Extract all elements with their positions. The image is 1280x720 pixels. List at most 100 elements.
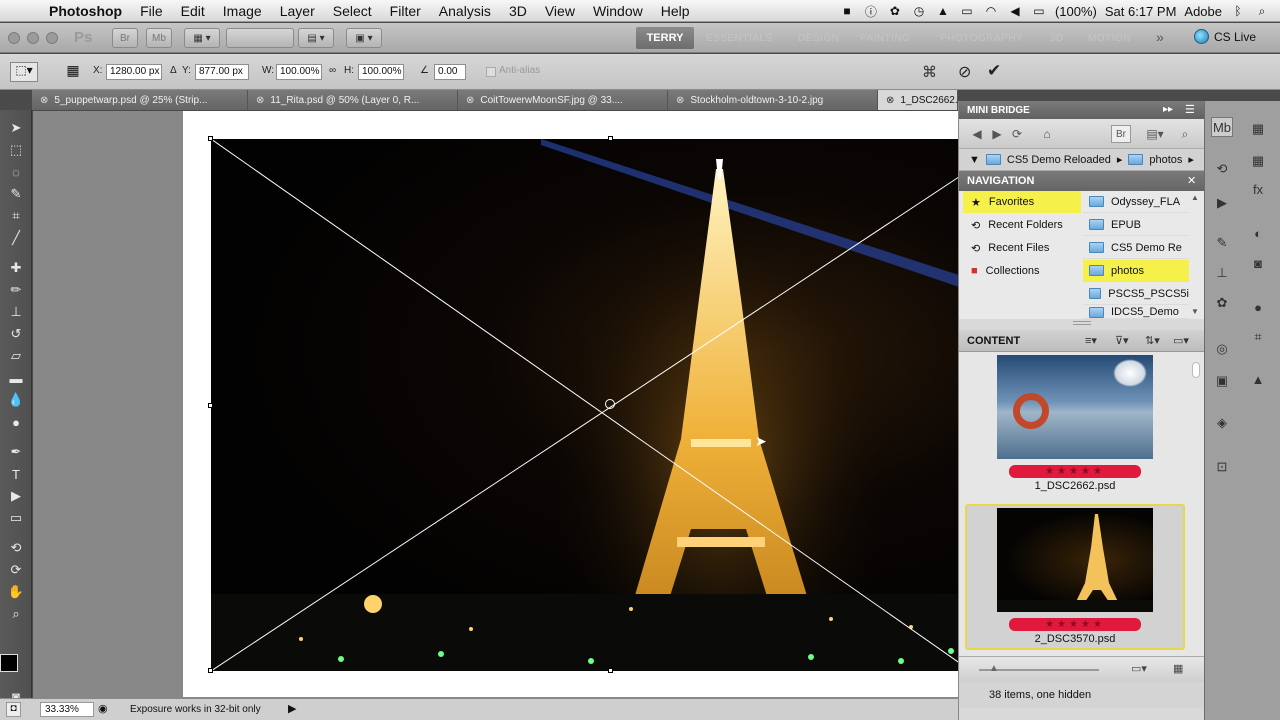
thumbnail-eiffel-tower[interactable] [997, 508, 1153, 612]
battery-percent[interactable]: (100%) [1055, 4, 1097, 19]
workspace-terry[interactable]: TERRY [636, 27, 694, 49]
menu-image[interactable]: Image [214, 3, 271, 19]
close-tab-icon[interactable]: ⊗ [466, 95, 474, 106]
menu-window[interactable]: Window [584, 3, 652, 19]
actions-icon[interactable]: ▶ [1211, 193, 1233, 213]
folder-idcs5[interactable]: IDCS5_Demo [1083, 306, 1189, 319]
rating-stars[interactable]: ★★★★★ [1009, 618, 1141, 631]
workspace-painting[interactable]: PAINTING [860, 33, 910, 44]
scroll-up-icon[interactable]: ▲ [1191, 193, 1199, 202]
launch-bridge-icon[interactable]: Br [112, 28, 138, 48]
cancel-transform-icon[interactable]: ⊘ [958, 62, 971, 82]
slider-handle-icon[interactable]: ▲ [989, 663, 999, 674]
paths-icon[interactable]: ✿ [1211, 293, 1233, 313]
close-window-button[interactable] [8, 32, 20, 44]
foreground-color-swatch[interactable] [0, 654, 18, 672]
marquee-tool-icon[interactable]: ⬚ [5, 140, 27, 160]
view-options-icon[interactable]: ▤▾ [1145, 125, 1165, 143]
volume-icon[interactable]: ◀ [1007, 4, 1023, 18]
minimize-window-button[interactable] [27, 32, 39, 44]
anti-alias-checkbox[interactable] [486, 67, 496, 77]
folder-epub[interactable]: EPUB [1083, 214, 1189, 236]
zoom-level[interactable]: 33.33% [40, 702, 94, 717]
menu-edit[interactable]: Edit [172, 3, 214, 19]
tab-rita[interactable]: ⊗ 11_Rita.psd @ 50% (Layer 0, R... [248, 90, 458, 110]
tab-dsc2662-active[interactable]: ⊗ 1_DSC2662.psd @ 33.3% (1_DSC3570, RGB/8… [878, 90, 958, 110]
notes-icon[interactable]: ▣ [1211, 371, 1233, 391]
gradient-tool-icon[interactable]: ▬ [5, 368, 27, 388]
workspace-design[interactable]: DESIGN [798, 33, 839, 44]
swatches-icon[interactable]: ▦ [1247, 119, 1269, 139]
time-machine-icon[interactable]: ◷ [911, 4, 927, 18]
search-icon[interactable]: ⌕ [1175, 125, 1195, 143]
close-tab-icon[interactable]: ⊗ [256, 95, 264, 106]
menu-3d[interactable]: 3D [500, 3, 536, 19]
transform-handle-bottom-left[interactable] [208, 668, 213, 673]
shape-tool-icon[interactable]: ▭ [5, 508, 27, 528]
workspace-3d[interactable]: 3D [1050, 33, 1064, 44]
close-tab-icon[interactable]: ⊗ [676, 95, 684, 106]
folder-photos[interactable]: photos [1083, 260, 1189, 282]
eiffel-tower-photo[interactable] [211, 139, 958, 671]
bluetooth-icon[interactable]: ᛒ [1230, 4, 1246, 18]
menu-view[interactable]: View [536, 3, 584, 19]
battery-icon[interactable]: ▭ [1031, 4, 1047, 18]
arrange-documents-button[interactable]: ▤ ▾ [298, 28, 334, 48]
lasso-tool-icon[interactable]: ◌ [5, 162, 27, 182]
nav-recent-folders[interactable]: ⟲ Recent Folders [963, 214, 1081, 236]
status-icon[interactable]: ◉ [98, 702, 108, 715]
breadcrumb-photos[interactable]: photos [1149, 154, 1182, 166]
brush-tool-icon[interactable]: ✏ [5, 280, 27, 300]
y-position-field[interactable]: 877.00 px [195, 64, 249, 80]
transform-handle-top-left[interactable] [208, 136, 213, 141]
transform-handle-middle-left[interactable] [208, 403, 213, 408]
3d-rotate-tool-icon[interactable]: ⟲ [5, 538, 27, 558]
transform-handle-bottom-center[interactable] [608, 668, 613, 673]
panel-menu-icon[interactable]: ☰ [1185, 103, 1195, 116]
reference-point-icon[interactable]: ▦ [62, 62, 84, 82]
commit-transform-icon[interactable]: ✔ [987, 61, 1001, 81]
menu-help[interactable]: Help [652, 3, 699, 19]
cs-live-button[interactable]: CS Live [1194, 29, 1256, 44]
info-icon[interactable]: ⓘ [863, 4, 879, 19]
3d-orbit-tool-icon[interactable]: ⟳ [5, 560, 27, 580]
move-tool-icon[interactable]: ➤ [5, 118, 27, 138]
folder-cs5-demo[interactable]: CS5 Demo Re [1083, 237, 1189, 259]
rating-stars[interactable]: ★★★★★ [1009, 465, 1141, 478]
workspace-motion[interactable]: MOTION [1088, 33, 1131, 44]
tab-coittower[interactable]: ⊗ CoitTowerwMoonSF.jpg @ 33.... [458, 90, 668, 110]
link-icon[interactable]: ∞ [329, 65, 336, 76]
menu-app-name[interactable]: Photoshop [40, 3, 131, 19]
blur-tool-icon[interactable]: 💧 [5, 390, 27, 410]
wifi-icon[interactable]: ◠ [983, 4, 999, 18]
launch-mini-bridge-icon[interactable]: Mb [146, 28, 172, 48]
zoom-tool-icon[interactable]: ⌕ [5, 604, 27, 624]
nav-recent-files[interactable]: ⟲ Recent Files [963, 237, 1081, 259]
home-icon[interactable]: ⌂ [1037, 125, 1057, 143]
zoom-level-field[interactable] [226, 28, 294, 48]
folder-pscs5[interactable]: PSCS5_PSCS5i [1083, 283, 1189, 305]
mini-bridge-icon[interactable]: Mb [1211, 117, 1233, 137]
screen-icon[interactable]: ◘ [6, 702, 21, 717]
angle-field[interactable]: 0.00 [434, 64, 466, 80]
width-field[interactable]: 100.00% [276, 64, 322, 80]
eraser-tool-icon[interactable]: ▱ [5, 346, 27, 366]
menu-filter[interactable]: Filter [381, 3, 430, 19]
clone-source-icon[interactable]: ⊥ [1211, 263, 1233, 283]
camera-icon[interactable]: ■ [839, 4, 855, 18]
view-extras-button[interactable]: ▦ ▾ [184, 28, 220, 48]
tab-puppetwarp[interactable]: ⊗ 5_puppetwarp.psd @ 25% (Strip... [32, 90, 248, 110]
adjustments-icon[interactable]: ◐ [1247, 223, 1269, 243]
menu-file[interactable]: File [131, 3, 172, 19]
folder-odyssey[interactable]: Odyssey_FLA [1083, 191, 1189, 213]
brush-presets-icon[interactable]: ✎ [1211, 233, 1233, 253]
collapse-arrow-icon[interactable]: ▼ [969, 154, 980, 166]
channels-icon[interactable]: ● [1247, 297, 1269, 317]
nav-favorites[interactable]: ★ Favorites [963, 191, 1081, 213]
sort-icon[interactable]: ≡▾ [1085, 334, 1097, 347]
quick-selection-tool-icon[interactable]: ✎ [5, 184, 27, 204]
sync-icon[interactable]: ✿ [887, 4, 903, 18]
workspace-photography[interactable]: PHOTOGRAPHY [940, 33, 1023, 44]
screen-mode-button[interactable]: ▣ ▾ [346, 28, 382, 48]
3d-icon[interactable]: ◎ [1211, 339, 1233, 359]
